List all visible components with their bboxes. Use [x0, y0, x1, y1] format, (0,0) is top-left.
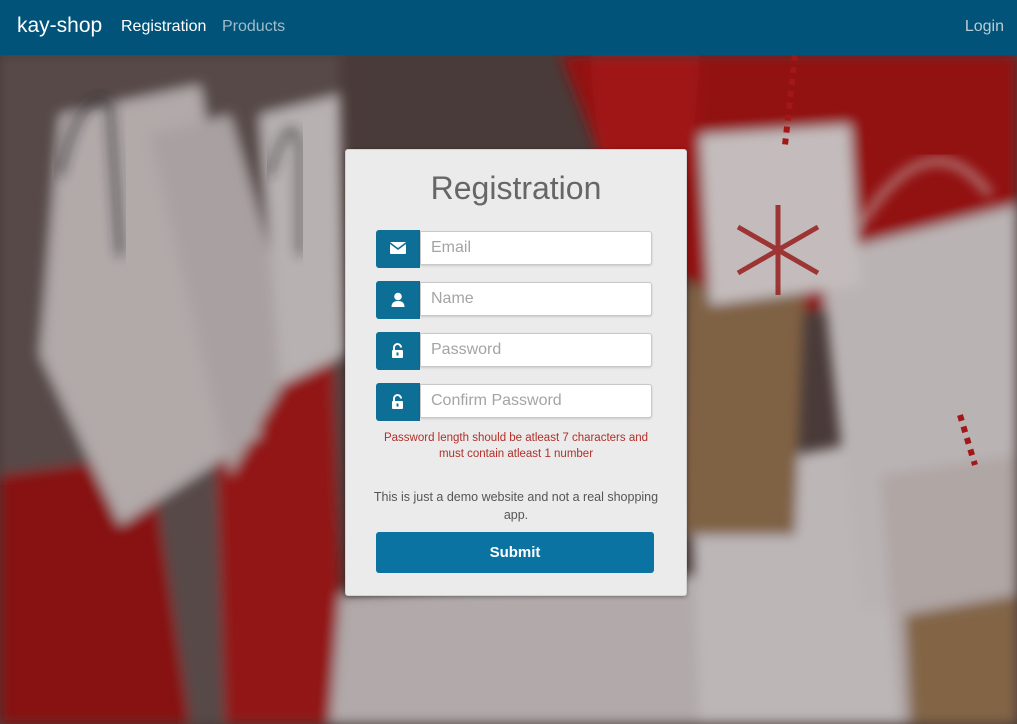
demo-disclaimer: This is just a demo website and not a re… [373, 490, 659, 522]
email-input[interactable] [420, 231, 652, 265]
unlock-icon [376, 332, 420, 370]
nav-login-link[interactable]: Login [965, 18, 1004, 36]
confirm-password-input[interactable] [420, 384, 652, 418]
confirm-password-field-group [376, 383, 653, 421]
nav-registration-link[interactable]: Registration [121, 18, 206, 36]
name-field-group [376, 281, 653, 319]
password-input[interactable] [420, 333, 652, 367]
nav-products-link[interactable]: Products [222, 18, 285, 36]
user-icon [376, 281, 420, 319]
unlock-icon [376, 383, 420, 421]
brand-link[interactable]: kay-shop [17, 14, 102, 38]
top-navbar: kay-shop Registration Products Login [0, 0, 1017, 55]
password-field-group [376, 332, 653, 370]
registration-title: Registration [430, 170, 602, 206]
name-input[interactable] [420, 282, 652, 316]
password-error-message: Password length should be atleast 7 char… [383, 432, 649, 460]
envelope-icon [376, 230, 420, 268]
registration-card: Registration Email Name Password length … [345, 149, 687, 596]
email-field-group [376, 230, 653, 268]
submit-button[interactable]: Submit [376, 532, 654, 573]
